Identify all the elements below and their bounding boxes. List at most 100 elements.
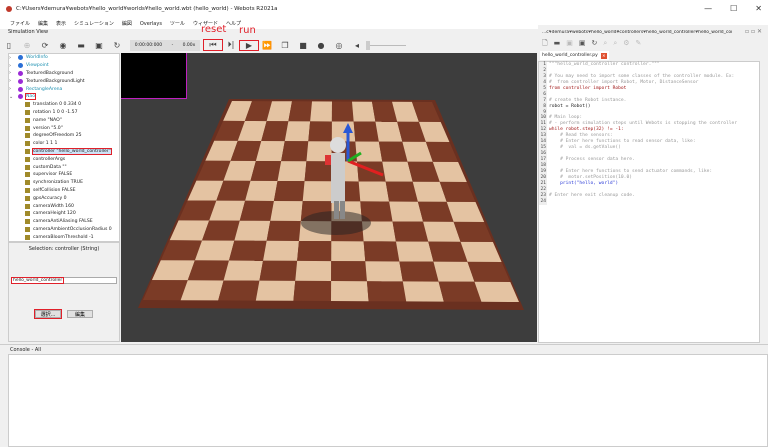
- field-icon: [25, 187, 30, 193]
- scene-tree-item[interactable]: › Viewpoint: [9, 62, 119, 70]
- new-file-icon[interactable]: 🗋: [542, 39, 548, 50]
- scene-tree-item[interactable]: cameraAmbientOcclusionRadius 0: [9, 226, 119, 234]
- scene-tree-item[interactable]: gpsAccuracy 0: [9, 194, 119, 202]
- controller-input[interactable]: hello_world_controller: [10, 277, 117, 284]
- scene-tree-item[interactable]: › WorldInfo: [9, 54, 119, 62]
- chevron-right-icon[interactable]: ›: [9, 78, 15, 84]
- eye-icon[interactable]: ◉: [54, 41, 72, 50]
- close-button[interactable]: ✕: [755, 4, 762, 13]
- scene-tree-item[interactable]: customData "": [9, 163, 119, 171]
- chevron-right-icon[interactable]: ›: [9, 55, 15, 61]
- editor-toolbar: 🗋 ▬ ▣ ▣ ↻ ⌕ ⌕ ⚙ ✎: [542, 39, 641, 50]
- scene-tree-label: degreeOfFreedom 25: [33, 133, 82, 139]
- menu-item[interactable]: シミュレーション: [74, 20, 114, 27]
- menu-item[interactable]: 表示: [56, 20, 66, 27]
- chevron-right-icon[interactable]: ›: [9, 63, 15, 69]
- run-button[interactable]: ▶ run: [239, 25, 259, 51]
- find-icon[interactable]: ⌕: [603, 39, 607, 50]
- open-world-icon[interactable]: ▬: [72, 41, 90, 50]
- scene-tree-item[interactable]: cameraWidth 160: [9, 202, 119, 210]
- fast-forward-button[interactable]: ⏩: [258, 41, 276, 50]
- save-world-icon[interactable]: ▣: [90, 41, 108, 50]
- code-editor[interactable]: 1 """hello_world_controller controller.""…: [538, 61, 760, 343]
- menu-item[interactable]: 編図: [122, 20, 132, 27]
- panel-window-controls[interactable]: ▫ ▫ ✕: [745, 28, 762, 35]
- scene-tree-label: version "5.0": [33, 125, 63, 131]
- minimize-button[interactable]: —: [704, 4, 712, 13]
- scene-tree-item[interactable]: › TexturedBackground: [9, 70, 119, 78]
- code-line: 24: [539, 198, 759, 205]
- menu-item[interactable]: 編集: [38, 20, 48, 27]
- scene-tree-label: controllerArgs: [33, 156, 66, 162]
- menu-item[interactable]: Overlays: [140, 21, 162, 27]
- edit-button[interactable]: 編集: [67, 310, 93, 318]
- menu-item[interactable]: ファイル: [10, 20, 30, 27]
- revert-icon[interactable]: ↻: [592, 39, 598, 50]
- node-icon: [18, 78, 23, 84]
- scene-tree-item[interactable]: rotation 1 0 0 -1.57: [9, 109, 119, 117]
- scene-tree-label: name "NAO": [33, 117, 62, 123]
- text-editor-panel: ...c¥demura¥webots¥hello_world¥controlle…: [538, 25, 768, 343]
- volume-slider[interactable]: [366, 40, 406, 50]
- toggle-scene-tree-icon[interactable]: ▯: [0, 41, 18, 50]
- build-icon[interactable]: ⚙: [623, 39, 629, 50]
- scene-tree-item[interactable]: degreeOfFreedom 25: [9, 132, 119, 140]
- render-toggle-icon[interactable]: ❐: [276, 41, 294, 50]
- reload-icon[interactable]: ⟳: [36, 41, 54, 50]
- scene-tree-item[interactable]: supervisor FALSE: [9, 171, 119, 179]
- scene-tree-item[interactable]: translation 0 0.334 0: [9, 101, 119, 109]
- editor-tab[interactable]: hello_world_controller.py ✕: [540, 51, 609, 60]
- node-icon: [18, 86, 23, 92]
- scene-tree-label: cameraBloomThreshold -1: [33, 234, 94, 240]
- scene-tree-item[interactable]: › TexturedBackgroundLight: [9, 77, 119, 85]
- maximize-button[interactable]: ☐: [730, 4, 737, 13]
- volume-icon[interactable]: ◂: [348, 41, 366, 50]
- scene-tree-item[interactable]: cameraHeight 120: [9, 210, 119, 218]
- menu-item[interactable]: ツール: [170, 20, 185, 27]
- replace-icon[interactable]: ⌕: [613, 39, 617, 50]
- select-button[interactable]: 選択...: [34, 309, 62, 319]
- scene-tree-item[interactable]: cameraBloomThreshold -1: [9, 233, 119, 241]
- scene-tree-item[interactable]: ⌄ Nao: [9, 93, 119, 101]
- reload-world-icon[interactable]: ↻: [108, 41, 126, 50]
- scene-tree-item[interactable]: › RectangleArena: [9, 85, 119, 93]
- step-button[interactable]: ⏵|: [222, 40, 240, 50]
- field-icon: [25, 156, 30, 162]
- 3d-view[interactable]: [121, 53, 537, 342]
- open-file-icon[interactable]: ▬: [554, 39, 561, 50]
- scene-tree-item[interactable]: selfCollision FALSE: [9, 187, 119, 195]
- scene-tree-label: gpsAccuracy 0: [33, 195, 67, 201]
- field-editor: Selection: controller (String) hello_wor…: [8, 242, 120, 342]
- add-node-icon[interactable]: ⊕: [18, 41, 36, 50]
- scene-tree-label: selfCollision FALSE: [33, 187, 76, 193]
- record-icon[interactable]: ●: [312, 41, 330, 50]
- stop-recording-icon[interactable]: ■: [294, 41, 312, 50]
- scene-tree-item[interactable]: controller "hello_world_controller": [9, 147, 119, 156]
- z-axis-handle: [347, 151, 362, 163]
- chevron-down-icon[interactable]: ⌄: [9, 94, 15, 100]
- field-icon: [25, 219, 30, 225]
- scene-tree-item[interactable]: color 1 1 1: [9, 140, 119, 148]
- scene-tree-item[interactable]: synchronization TRUE: [9, 179, 119, 187]
- clean-icon[interactable]: ✎: [636, 39, 642, 50]
- code-text: """hello_world_controller controller.""": [549, 62, 660, 67]
- code-text: # Enter here exit cleanup code.: [549, 192, 635, 198]
- scene-tree-label: synchronization TRUE: [33, 180, 83, 186]
- scene-tree-item[interactable]: version "5.0": [9, 124, 119, 132]
- close-tab-icon[interactable]: ✕: [600, 52, 607, 59]
- scene-tree[interactable]: › WorldInfo › Viewpoint › TexturedBackground ›…: [8, 53, 120, 242]
- chevron-right-icon[interactable]: ›: [9, 86, 15, 92]
- screenshot-icon[interactable]: ◎: [330, 41, 348, 50]
- reset-button[interactable]: ⏮ reset: [201, 24, 226, 51]
- console-output[interactable]: [8, 354, 768, 447]
- save-all-icon[interactable]: ▣: [579, 39, 586, 50]
- scene-tree-item[interactable]: cameraAntiAliasing FALSE: [9, 218, 119, 226]
- scene-tree-item[interactable]: controllerArgs: [9, 155, 119, 163]
- save-icon[interactable]: ▣: [566, 39, 573, 50]
- scene-tree-item[interactable]: name "NAO": [9, 116, 119, 124]
- editor-tab-label: hello_world_controller.py: [542, 53, 598, 58]
- chevron-right-icon[interactable]: ›: [9, 70, 15, 76]
- code-text: # val = ds.getValue(): [549, 145, 621, 151]
- nao-robot[interactable]: [121, 53, 537, 342]
- field-icon: [25, 133, 30, 139]
